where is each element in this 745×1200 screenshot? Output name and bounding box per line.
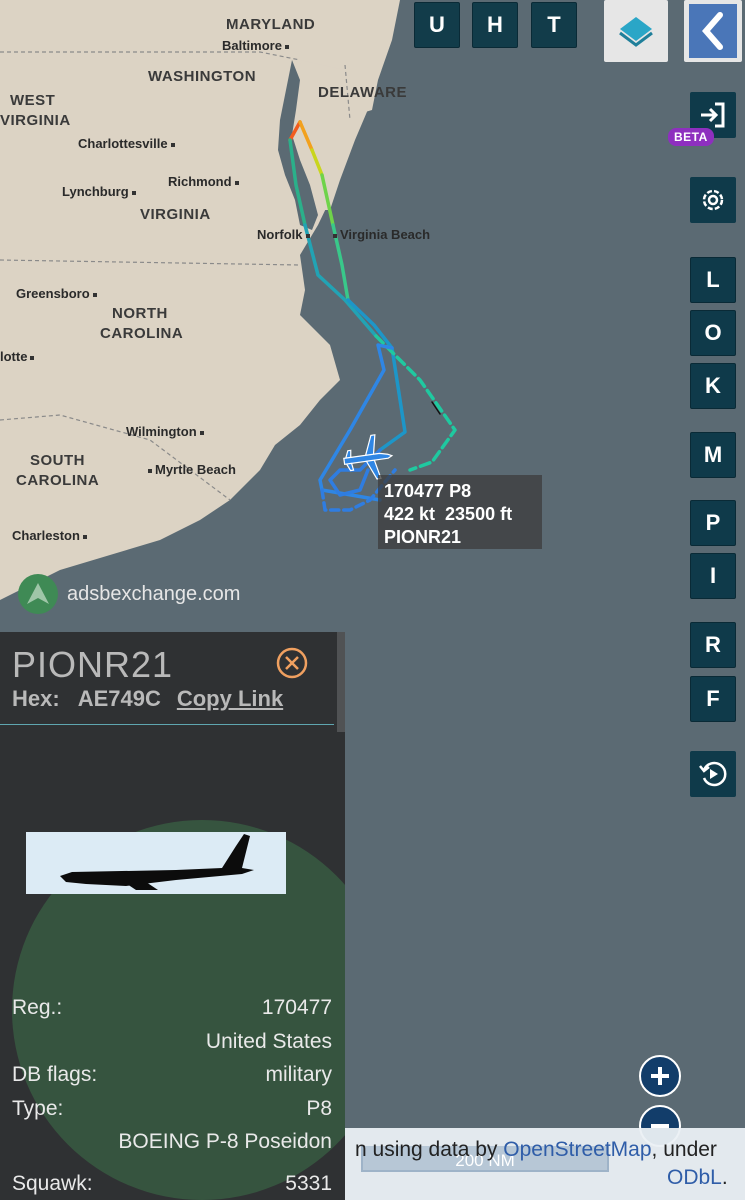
button-f[interactable]: F xyxy=(690,676,736,722)
adsb-watermark: adsbexchange.com xyxy=(18,574,240,614)
button-i[interactable]: I xyxy=(690,553,736,599)
hex-value: AE749C xyxy=(77,686,161,711)
type-label: Type: xyxy=(12,1097,64,1120)
label-greensboro: Greensboro xyxy=(16,286,97,301)
button-m[interactable]: M xyxy=(690,432,736,478)
db-flags-label: DB flags: xyxy=(12,1063,98,1086)
type-desc: BOEING P-8 Poseidon xyxy=(118,1130,332,1153)
label-maryland: MARYLAND xyxy=(226,16,316,33)
panel-callsign: PIONR21 xyxy=(12,644,174,685)
squawk-value: 5331 xyxy=(285,1172,332,1195)
reg-value: 170477 xyxy=(261,996,332,1019)
aircraft-label-line1: 170477 P8 xyxy=(384,481,472,501)
label-north-carolina-1: NORTH xyxy=(112,305,168,322)
label-lynchburg: Lynchburg xyxy=(62,184,136,199)
layers-button[interactable] xyxy=(604,0,668,62)
label-virginia: VIRGINIA xyxy=(140,206,211,223)
label-delaware: DELAWARE xyxy=(318,84,408,101)
hex-label: Hex: xyxy=(12,686,60,711)
reg-row: Reg.: 170477 xyxy=(12,996,332,1020)
attribution-text: n using data by OpenStreetMap, under ODb… xyxy=(355,1136,728,1192)
copy-link[interactable]: Copy Link xyxy=(177,686,283,711)
db-flags-row: DB flags: military xyxy=(12,1063,332,1087)
beta-badge: BETA xyxy=(668,128,714,146)
hex-row: Hex: AE749C Copy Link xyxy=(12,686,283,712)
aircraft-info-panel[interactable]: PIONR21 Hex: AE749C Copy Link Reg.: 170477 … xyxy=(0,632,345,1200)
button-p[interactable]: P xyxy=(690,500,736,546)
label-charlottesville: Charlottesville xyxy=(78,136,175,151)
attribution-prefix: n using data by xyxy=(355,1138,504,1161)
label-charleston: Charleston xyxy=(12,528,87,543)
button-o[interactable]: O xyxy=(690,310,736,356)
button-l[interactable]: L xyxy=(690,257,736,303)
db-flags-value: military xyxy=(265,1063,333,1086)
label-virginia-beach: Virginia Beach xyxy=(333,227,430,242)
country-value: United States xyxy=(205,1030,332,1053)
label-west-virginia-2: VIRGINIA xyxy=(0,112,71,129)
label-baltimore: Baltimore xyxy=(222,38,289,53)
panel-scrollbar[interactable] xyxy=(337,632,345,732)
button-t[interactable]: T xyxy=(531,2,577,48)
type-row: Type: P8 xyxy=(12,1097,332,1121)
layers-icon xyxy=(619,17,653,47)
settings-button[interactable] xyxy=(690,177,736,223)
aircraft-label[interactable]: 170477 P8 422 kt 23500 ft PIONR21 xyxy=(378,475,542,549)
button-k[interactable]: K xyxy=(690,363,736,409)
label-south-carolina-1: SOUTH xyxy=(30,452,85,469)
label-south-carolina-2: CAROLINA xyxy=(16,472,100,489)
map-attribution: 200 NM n using data by OpenStreetMap, un… xyxy=(345,1128,745,1200)
close-icon[interactable] xyxy=(276,647,308,679)
squawk-label: Squawk: xyxy=(12,1172,93,1195)
osm-link[interactable]: OpenStreetMap xyxy=(503,1138,651,1161)
adsb-watermark-text: adsbexchange.com xyxy=(67,582,241,605)
aircraft-silhouette-image xyxy=(60,834,254,890)
button-u[interactable]: U xyxy=(414,2,460,48)
replay-button[interactable] xyxy=(690,751,736,797)
attribution-mid: , under xyxy=(651,1138,717,1161)
chevron-left-icon xyxy=(702,12,723,50)
aircraft-label-line3: PIONR21 xyxy=(384,527,462,547)
label-north-carolina-2: CAROLINA xyxy=(100,325,184,342)
button-h[interactable]: H xyxy=(472,2,518,48)
aircraft-photo[interactable] xyxy=(26,832,286,894)
label-washington: WASHINGTON xyxy=(148,68,257,85)
panel-divider xyxy=(0,724,334,725)
country-row: United States xyxy=(12,1030,332,1054)
aircraft-label-line2: 422 kt 23500 ft xyxy=(384,504,513,524)
label-norfolk: Norfolk xyxy=(257,227,310,242)
label-wilmington: Wilmington xyxy=(126,424,204,439)
type-desc-row: BOEING P-8 Poseidon xyxy=(12,1130,332,1154)
label-richmond: Richmond xyxy=(168,174,239,189)
zoom-in-button[interactable] xyxy=(639,1055,681,1097)
adsb-logo-icon xyxy=(18,574,58,614)
label-myrtle-beach: Myrtle Beach xyxy=(148,462,236,477)
button-r[interactable]: R xyxy=(690,622,736,668)
odbl-link[interactable]: ODbL xyxy=(667,1166,722,1189)
label-charlotte: lotte xyxy=(0,349,34,364)
label-west-virginia-1: WEST xyxy=(10,92,56,109)
attribution-suffix: . xyxy=(721,1166,728,1189)
squawk-row: Squawk: 5331 xyxy=(12,1172,332,1196)
login-icon xyxy=(701,102,725,128)
gear-icon xyxy=(702,189,724,211)
plus-icon xyxy=(651,1067,669,1085)
replay-icon xyxy=(699,761,727,787)
reg-label: Reg.: xyxy=(12,996,63,1019)
type-value: P8 xyxy=(306,1097,332,1120)
collapse-button[interactable] xyxy=(684,0,742,62)
